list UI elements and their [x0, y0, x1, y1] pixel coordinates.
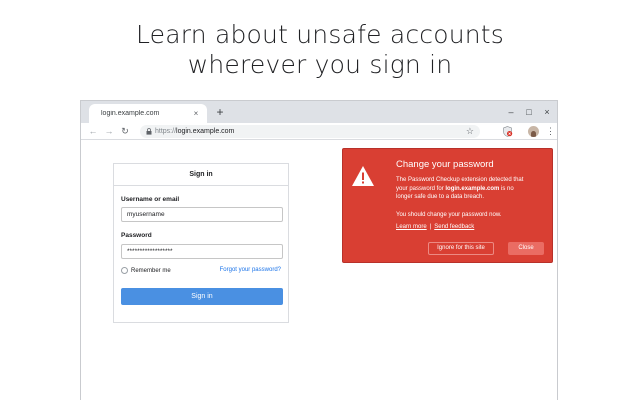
alert-line-2-end: is no	[499, 185, 514, 192]
sign-in-button[interactable]: Sign in	[121, 288, 283, 305]
headline-line-1: Learn about unsafe accounts	[135, 20, 505, 49]
alert-line-3: longer safe due to a data breach.	[396, 194, 485, 201]
alert-links: Learn more | Send feedback	[396, 224, 474, 230]
forgot-password-link[interactable]: Forgot your password?	[220, 267, 281, 273]
minimize-icon[interactable]: –	[504, 104, 518, 120]
profile-avatar[interactable]	[528, 126, 539, 137]
address-bar[interactable]: https://login.example.com ☆	[140, 125, 480, 138]
learn-more-link[interactable]: Learn more	[396, 224, 427, 230]
lock-icon	[146, 128, 152, 135]
username-label: Username or email	[121, 196, 180, 203]
url-scheme: https://	[155, 128, 177, 135]
window-close-icon[interactable]: ×	[540, 104, 554, 120]
sign-in-title: Sign in	[114, 164, 288, 186]
remember-me-label: Remember me	[131, 267, 171, 274]
alert-line-1: The Password Checkup extension detected …	[396, 177, 524, 183]
password-label: Password	[121, 232, 152, 239]
ignore-for-site-button[interactable]: Ignore for this site	[428, 242, 494, 255]
remember-me[interactable]: Remember me	[121, 267, 171, 274]
browser-toolbar: ← → ↻ https://login.example.com ☆ ⋮	[81, 123, 557, 140]
reload-icon[interactable]: ↻	[119, 125, 131, 137]
link-separator: |	[429, 224, 432, 230]
remember-me-checkbox[interactable]	[121, 267, 128, 274]
warning-icon	[352, 166, 374, 186]
tab-title: login.example.com	[101, 110, 160, 117]
url-text: https://login.example.com	[155, 128, 234, 135]
tab-close-icon[interactable]: ×	[191, 109, 201, 119]
username-input[interactable]: myusername	[121, 207, 283, 222]
alert-line-2-start: your password for	[396, 185, 446, 192]
password-input[interactable]: ******************	[121, 244, 283, 259]
browser-window: login.example.com × + – □ × ← → ↻ https:…	[80, 100, 558, 400]
browser-tab[interactable]: login.example.com ×	[89, 104, 207, 123]
url-host: login.example.com	[176, 128, 235, 135]
forward-icon[interactable]: →	[103, 125, 115, 137]
alert-recommendation: You should change your password now.	[396, 212, 502, 218]
close-button[interactable]: Close	[508, 242, 544, 255]
bookmark-star-icon[interactable]: ☆	[466, 126, 474, 137]
alert-message: The Password Checkup extension detected …	[396, 176, 546, 202]
browser-menu-icon[interactable]: ⋮	[546, 125, 555, 137]
password-checkup-extension-icon[interactable]	[502, 126, 513, 137]
tab-strip: login.example.com × + – □ ×	[81, 101, 557, 123]
alert-site-name: login.example.com	[445, 185, 500, 192]
maximize-icon[interactable]: □	[522, 104, 536, 120]
back-icon[interactable]: ←	[87, 125, 99, 137]
new-tab-button[interactable]: +	[213, 104, 227, 120]
headline-line-2: wherever you sign in	[187, 50, 453, 79]
send-feedback-link[interactable]: Send feedback	[434, 224, 474, 230]
alert-title: Change your password	[396, 159, 494, 170]
headline: Learn about unsafe accounts wherever you…	[0, 20, 640, 80]
alert-line-2: your password for login.example.com is n…	[396, 185, 546, 194]
password-alert-popup: Change your password The Password Checku…	[342, 148, 553, 263]
sign-in-form: Sign in Username or email myusername Pas…	[113, 163, 289, 323]
